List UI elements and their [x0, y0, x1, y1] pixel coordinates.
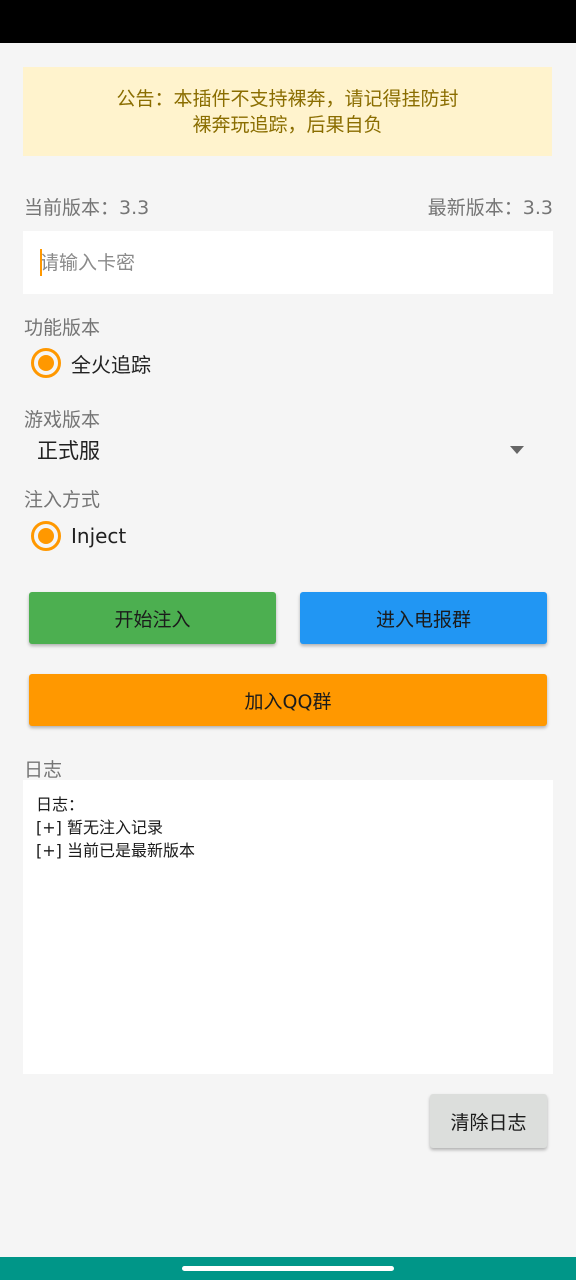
log-line: 日志： [36, 795, 85, 814]
version-row: 当前版本：3.3 最新版本：3.3 [24, 193, 553, 221]
log-line: [+] 当前已是最新版本 [36, 841, 195, 860]
game-version-dropdown[interactable]: 正式服 [24, 429, 553, 471]
notice-line-2: 裸奔玩追踪，后果自负 [192, 114, 383, 136]
latest-version: 最新版本：3.3 [427, 197, 553, 219]
dropdown-selected-value: 正式服 [37, 439, 100, 463]
radio-feature-full-fire[interactable]: 全火追踪 [31, 346, 151, 380]
join-telegram-button[interactable]: 进入电报群 [300, 592, 547, 644]
text-cursor [40, 249, 42, 276]
log-output: 日志： [+] 暂无注入记录 [+] 当前已是最新版本 [23, 780, 553, 1074]
join-qq-group-button[interactable]: 加入QQ群 [29, 674, 547, 726]
radio-inject-method[interactable]: Inject [31, 519, 126, 553]
dropdown-arrow-icon [510, 446, 524, 454]
notice-banner: 公告：本插件不支持裸奔，请记得挂防封 裸奔玩追踪，后果自负 [23, 67, 552, 156]
feature-version-label: 功能版本 [24, 317, 101, 339]
inject-method-label: 注入方式 [24, 489, 101, 511]
gesture-handle[interactable] [182, 1266, 394, 1271]
current-version: 当前版本：3.3 [24, 197, 150, 219]
status-bar [0, 0, 576, 43]
radio-checked-icon [31, 521, 61, 551]
notice-line-1: 公告：本插件不支持裸奔，请记得挂防封 [116, 88, 459, 110]
radio-checked-icon [31, 348, 61, 378]
log-line: [+] 暂无注入记录 [36, 818, 163, 837]
radio-label: 全火追踪 [71, 352, 151, 377]
log-label: 日志 [24, 759, 63, 781]
game-version-label: 游戏版本 [24, 409, 101, 431]
clear-log-button[interactable]: 清除日志 [430, 1094, 547, 1148]
radio-label: Inject [71, 524, 127, 548]
card-key-input[interactable] [23, 231, 553, 294]
start-inject-button[interactable]: 开始注入 [29, 592, 276, 644]
